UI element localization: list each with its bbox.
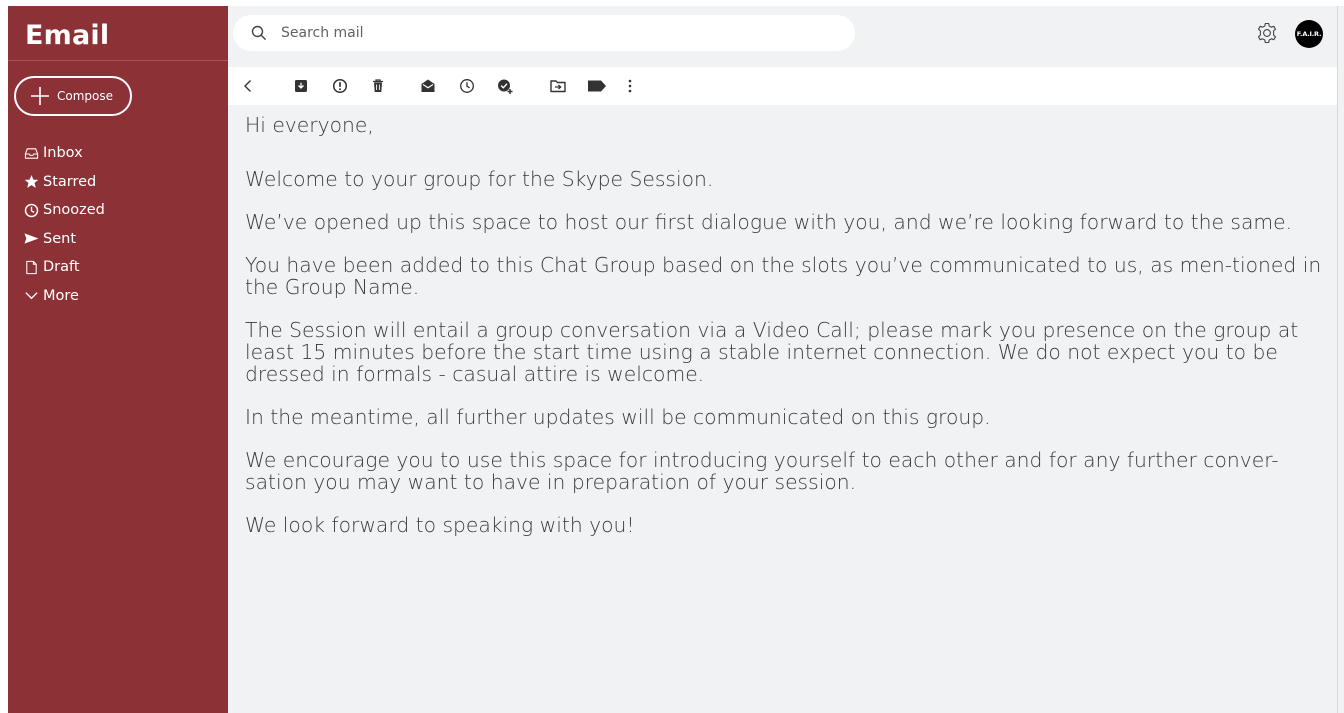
add-task-icon[interactable] bbox=[496, 77, 514, 95]
sidebar-item-snoozed[interactable]: Snoozed bbox=[24, 196, 105, 225]
more-vert-icon[interactable] bbox=[621, 77, 639, 95]
sidebar-item-starred[interactable]: Starred bbox=[24, 168, 105, 197]
avatar[interactable]: F.A.I.R. bbox=[1295, 20, 1323, 48]
sidebar-item-label: Draft bbox=[43, 259, 80, 276]
settings-gear-icon[interactable] bbox=[1255, 21, 1279, 45]
sidebar-item-label: Inbox bbox=[43, 145, 83, 162]
plus-icon bbox=[31, 87, 49, 105]
scrollbar-edge bbox=[1337, 6, 1338, 713]
snooze-icon[interactable] bbox=[458, 77, 476, 95]
sidebar-item-more[interactable]: More bbox=[24, 282, 105, 311]
sidebar-item-label: Starred bbox=[43, 173, 97, 190]
main-content: F.A.I.R. bbox=[228, 6, 1344, 713]
file-icon bbox=[26, 260, 37, 274]
top-bar: F.A.I.R. bbox=[228, 6, 1344, 66]
move-to-icon[interactable] bbox=[549, 77, 567, 95]
search-icon[interactable] bbox=[251, 25, 267, 41]
message-paragraph: The Session will entail a group conversa… bbox=[245, 318, 1299, 386]
message-paragraph: We’ve opened up this space to host our f… bbox=[245, 210, 1293, 234]
sidebar-item-inbox[interactable]: Inbox bbox=[24, 139, 105, 168]
message-greeting: Hi everyone, bbox=[245, 113, 374, 137]
sidebar: Email Compose Inbox Starred Snoozed Sent… bbox=[8, 6, 228, 713]
mark-unread-icon[interactable] bbox=[419, 77, 437, 95]
sidebar-item-label: Sent bbox=[43, 230, 77, 247]
message-toolbar bbox=[228, 67, 1338, 105]
sidebar-divider bbox=[8, 60, 228, 61]
message-paragraph: In the meantime, all further updates wil… bbox=[245, 405, 991, 429]
avatar-text: F.A.I.R. bbox=[1296, 30, 1322, 38]
message-paragraph: Welcome to your group for the Skype Sess… bbox=[245, 167, 714, 191]
sidebar-item-label: More bbox=[43, 287, 79, 304]
search-input[interactable] bbox=[279, 24, 823, 42]
app-title: Email bbox=[25, 20, 110, 51]
message-paragraph: We encourage you to use this space for i… bbox=[245, 448, 1279, 494]
label-icon[interactable] bbox=[586, 77, 608, 95]
archive-icon[interactable] bbox=[292, 77, 310, 95]
compose-button[interactable]: Compose bbox=[14, 76, 132, 116]
chevron-down-icon bbox=[25, 292, 38, 300]
star-icon bbox=[24, 175, 39, 189]
search-bar[interactable] bbox=[233, 15, 855, 51]
message-body: Hi everyone, Welcome to your group for t… bbox=[245, 114, 1330, 557]
send-icon bbox=[24, 233, 39, 244]
report-spam-icon[interactable] bbox=[331, 77, 349, 95]
sidebar-nav: Inbox Starred Snoozed Sent Draft More bbox=[24, 139, 105, 310]
sidebar-item-label: Snoozed bbox=[43, 202, 105, 219]
message-paragraph: We look forward to speaking with you! bbox=[245, 513, 635, 537]
back-icon[interactable] bbox=[239, 77, 257, 95]
delete-icon[interactable] bbox=[369, 77, 387, 95]
message-paragraph: You have been added to this Chat Group b… bbox=[245, 253, 1322, 299]
sidebar-item-draft[interactable]: Draft bbox=[24, 253, 105, 282]
inbox-icon bbox=[24, 148, 39, 159]
clock-icon bbox=[24, 203, 39, 218]
sidebar-item-sent[interactable]: Sent bbox=[24, 225, 105, 254]
compose-label: Compose bbox=[57, 89, 114, 103]
